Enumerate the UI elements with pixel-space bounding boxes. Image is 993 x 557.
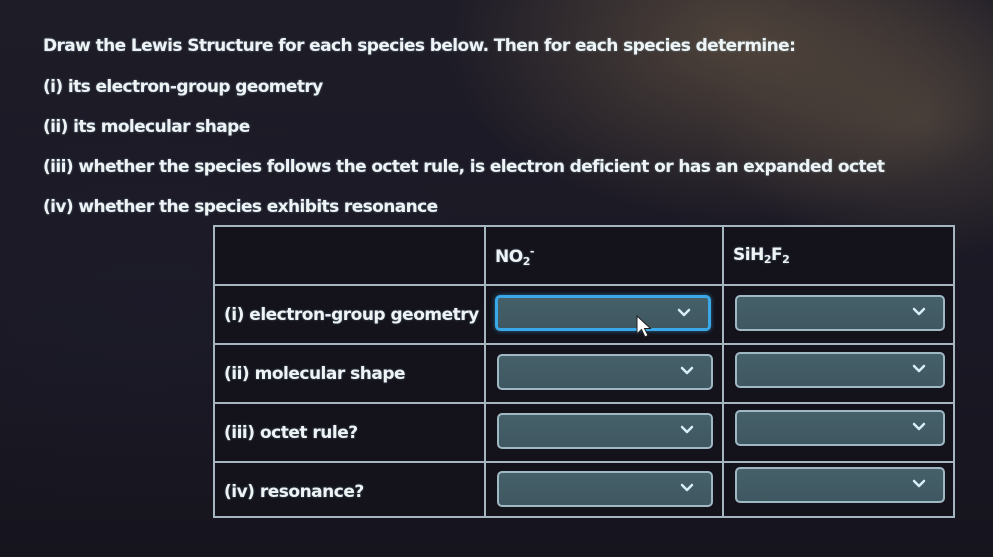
chevron-down-icon	[680, 483, 694, 492]
select-no2-octet-rule[interactable]	[497, 413, 713, 449]
chevron-down-icon	[912, 479, 926, 488]
row-divider	[215, 343, 953, 345]
row-label-electron-geometry: (i) electron-group geometry	[224, 305, 479, 325]
prompt-item-electron-geometry: (i) its electron-group geometry	[43, 77, 323, 97]
formula-text: NO	[495, 247, 523, 267]
formula-subscript: 2	[522, 255, 531, 268]
chevron-down-icon	[677, 308, 691, 317]
select-sih2f2-electron-geometry[interactable]	[735, 295, 945, 331]
column-divider	[722, 227, 724, 516]
row-label-molecular-shape: (ii) molecular shape	[224, 364, 406, 384]
select-no2-resonance[interactable]	[497, 471, 713, 507]
row-label-octet-rule: (iii) octet rule?	[224, 423, 358, 443]
row-label-resonance: (iv) resonance?	[224, 482, 364, 502]
select-sih2f2-molecular-shape[interactable]	[735, 352, 945, 388]
formula-text: F	[770, 245, 783, 265]
select-no2-electron-geometry[interactable]	[495, 295, 711, 331]
row-divider	[215, 461, 953, 463]
answer-table: NO2- SiH2F2 (i) electron-group geometry …	[213, 225, 955, 518]
chevron-down-icon	[680, 425, 694, 434]
mouse-pointer-icon	[636, 315, 652, 338]
select-sih2f2-resonance[interactable]	[735, 467, 945, 503]
formula-charge: -	[529, 245, 535, 258]
prompt-item-molecular-shape: (ii) its molecular shape	[43, 117, 250, 137]
prompt-instruction: Draw the Lewis Structure for each specie…	[43, 36, 796, 56]
column-header-no2: NO2-	[495, 245, 534, 268]
column-header-sih2f2: SiH2F2	[733, 245, 790, 266]
chevron-down-icon	[912, 307, 926, 316]
select-sih2f2-octet-rule[interactable]	[735, 410, 945, 446]
chevron-down-icon	[680, 366, 694, 375]
chevron-down-icon	[912, 422, 926, 431]
row-divider	[215, 284, 953, 286]
column-divider	[484, 227, 486, 516]
formula-subscript: 2	[763, 253, 772, 266]
formula-text: SiH	[733, 245, 764, 265]
chevron-down-icon	[912, 364, 926, 373]
prompt-item-resonance: (iv) whether the species exhibits resona…	[43, 197, 438, 217]
formula-subscript: 2	[782, 253, 790, 266]
row-divider	[215, 402, 953, 404]
prompt-item-octet-rule: (iii) whether the species follows the oc…	[43, 157, 885, 177]
select-no2-molecular-shape[interactable]	[497, 354, 713, 390]
